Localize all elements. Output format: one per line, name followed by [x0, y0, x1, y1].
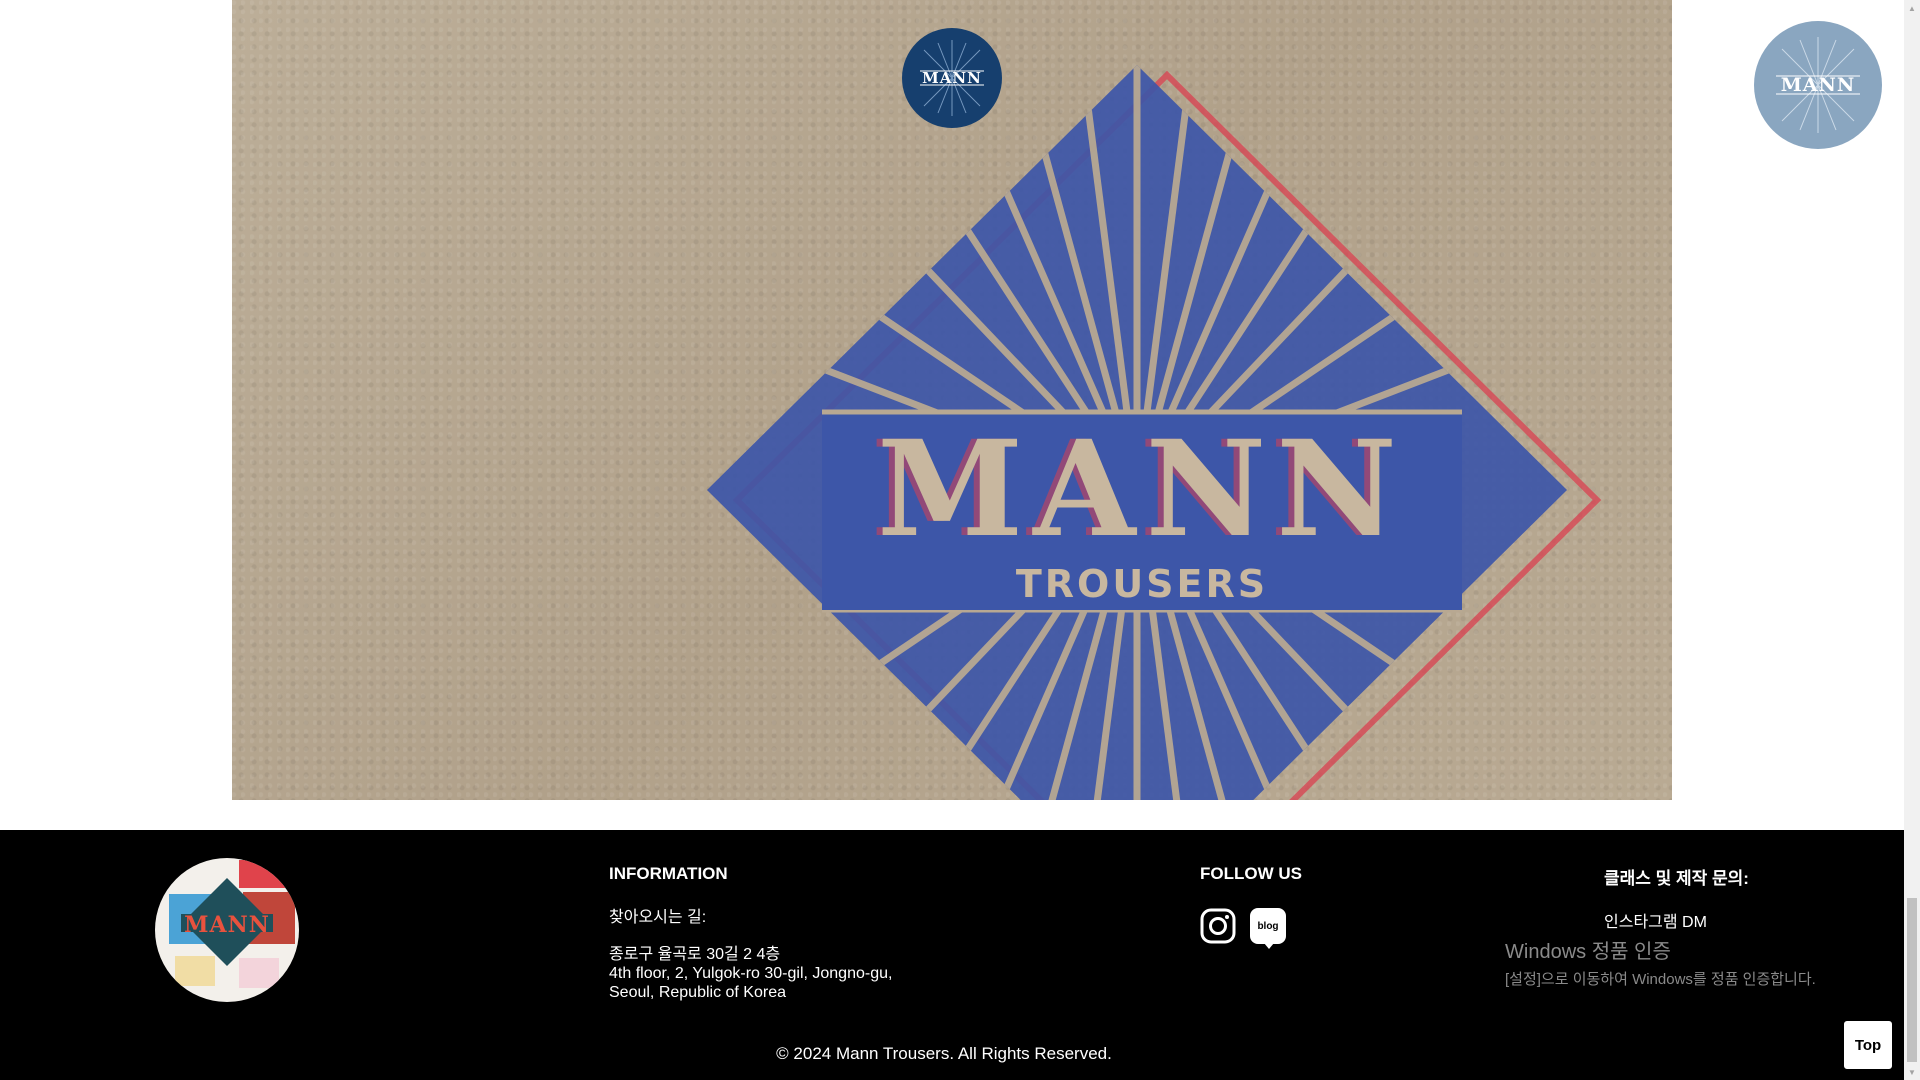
scroll-up-arrow-icon[interactable]: ▲ — [1904, 0, 1920, 16]
address-korean: 종로구 율곡로 30길 2 4층 — [609, 946, 781, 963]
footer-logo[interactable]: MANN — [155, 858, 299, 1002]
copyright: © 2024 Mann Trousers. All Rights Reserve… — [0, 1044, 1904, 1064]
site-logo[interactable]: MANN — [902, 28, 1002, 128]
footer: MANN INFORMATION 찾아오시는 길: 종로구 율곡로 30길 2 … — [0, 830, 1904, 1080]
social-icons: blog — [1200, 908, 1302, 949]
instagram-icon[interactable] — [1200, 908, 1236, 944]
address-english-line1: 4th floor, 2, Yulgok-ro 30-gil, Jongno-g… — [609, 965, 893, 982]
scrollbar-thumb[interactable] — [1907, 898, 1917, 1062]
vertical-scrollbar[interactable]: ▲ ▼ — [1904, 0, 1920, 1080]
stamp-sub-text: TROUSERS — [1015, 562, 1269, 606]
scroll-down-arrow-icon[interactable]: ▼ — [1904, 1064, 1920, 1080]
follow-heading: FOLLOW US — [1200, 864, 1302, 883]
blog-icon-label: blog — [1257, 920, 1279, 932]
copyright-text: © 2024 Mann Trousers. All Rights Reserve… — [776, 1044, 1112, 1063]
blog-icon[interactable]: blog — [1250, 908, 1286, 949]
top-button[interactable]: Top — [1843, 1020, 1893, 1070]
footer-logo-text: MANN — [184, 912, 270, 938]
floating-logo-button[interactable]: MANN — [1754, 21, 1882, 149]
logo-text: MANN — [1780, 74, 1856, 96]
page: MANN TROUSERS MANN MANN MANN INFORMATION… — [0, 0, 1920, 1080]
instagram-dm-link[interactable]: 인스타그램 DM — [1604, 913, 1749, 932]
follow-section: FOLLOW US blog — [1200, 864, 1302, 949]
stamp-main-text: MANN — [877, 412, 1407, 567]
address-english-line2: Seoul, Republic of Korea — [609, 984, 786, 1001]
directions-label: 찾아오시는 길: — [609, 909, 707, 926]
information-section: INFORMATION 찾아오시는 길: 종로구 율곡로 30길 2 4층 4t… — [609, 864, 1009, 1002]
contact-heading: 클래스 및 제작 문의: — [1604, 869, 1749, 888]
information-heading: INFORMATION — [609, 864, 728, 883]
contact-section: 클래스 및 제작 문의: 인스타그램 DM — [1604, 864, 1749, 932]
logo-text: MANN — [922, 69, 982, 87]
